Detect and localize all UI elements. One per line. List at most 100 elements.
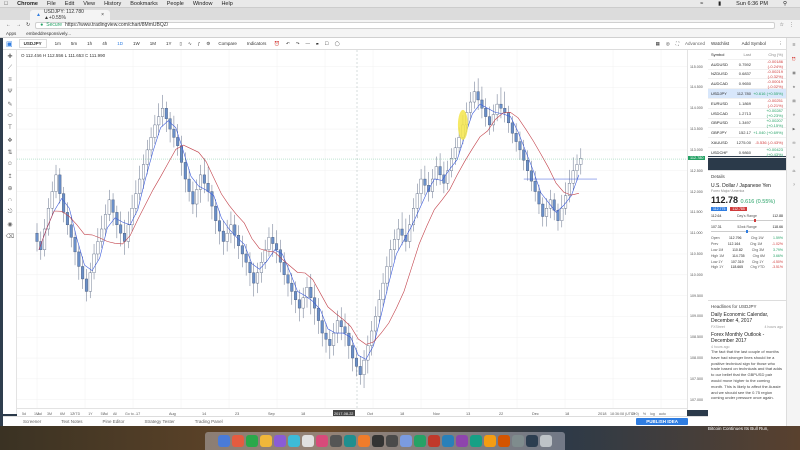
tv-logo-icon[interactable]: ▣ <box>6 40 13 48</box>
watchlist-row-audcad[interactable]: AUDCAD 0.9650 -0.00019 (-0.02%) <box>708 79 786 90</box>
range-button[interactable]: 5d <box>22 412 26 416</box>
dock-app-icon[interactable] <box>316 435 328 447</box>
headline-1-title[interactable]: Daily Economic Calendar, December 4, 201… <box>711 312 783 324</box>
ideas-icon[interactable]: ☀ <box>787 108 800 122</box>
dock-app-icon[interactable] <box>414 435 426 447</box>
watchlist-row-gbpusd[interactable]: GBPUSD 1.3497 +0.00207 (+0.15%) <box>708 118 786 129</box>
data-window-icon[interactable]: ▦ <box>787 66 800 80</box>
crosshair-icon[interactable]: ✚ <box>3 50 17 62</box>
range-button[interactable]: 1Y <box>88 412 92 416</box>
advanced-label[interactable]: Advanced <box>685 41 705 46</box>
chart-pane[interactable]: O 112.456 H 112.556 L 111.653 C 111.990 <box>17 50 687 410</box>
text-icon[interactable]: T <box>3 122 17 134</box>
range-button[interactable]: Go to... <box>125 412 137 416</box>
publish-idea-button[interactable]: PUBLISH IDEA <box>636 418 688 425</box>
headline-3-title[interactable]: Bitcoin Continues Its Bull Run, <box>708 426 786 434</box>
help-icon[interactable]: ? <box>787 178 800 192</box>
close-icon[interactable]: × <box>101 12 104 18</box>
prediction-icon[interactable]: ⇅ <box>3 146 17 158</box>
url-field[interactable]: ● Secure https://www.tradingview.com/cha… <box>35 21 775 29</box>
back-icon[interactable]: ← <box>6 22 11 28</box>
symbol-search[interactable]: USDJPY <box>18 39 47 48</box>
reload-icon[interactable]: ↻ <box>26 22 30 28</box>
range-button[interactable]: All <box>113 412 117 416</box>
dock-app-icon[interactable] <box>330 435 342 447</box>
watchlist-row-usdchf[interactable]: USDCHF 0.9860 +0.00423 (+0.43%) <box>708 147 786 158</box>
ellipse-icon[interactable]: ⬭ <box>3 110 17 122</box>
dock-app-icon[interactable] <box>428 435 440 447</box>
interval-1y[interactable]: 1Y <box>164 40 174 47</box>
undo-icon[interactable]: ↶ <box>286 41 290 47</box>
zoom-icon[interactable]: ⊕ <box>3 182 17 194</box>
dock-app-icon[interactable] <box>288 435 300 447</box>
dock-app-icon[interactable] <box>372 435 384 447</box>
eye-icon[interactable]: ◉ <box>3 218 17 230</box>
fullscreen-icon[interactable]: ⛶ <box>676 41 679 46</box>
pattern-icon[interactable]: ❖ <box>3 134 17 146</box>
camera-icon[interactable]: ◎ <box>666 41 670 47</box>
menu-item-people[interactable]: People <box>167 1 184 7</box>
menu-icon[interactable]: ⋮ <box>789 22 794 28</box>
clock[interactable]: Sun 6:36 PM <box>736 1 768 7</box>
ruler-icon[interactable]: ↥ <box>3 170 17 182</box>
tab-pine-editor[interactable]: Pine Editor <box>103 419 125 424</box>
apple-icon[interactable]:  <box>4 1 8 7</box>
dock-app-icon[interactable] <box>232 435 244 447</box>
alerts-icon[interactable]: ⏰ <box>787 52 800 66</box>
col-last[interactable]: Last <box>733 52 751 57</box>
scale-option[interactable]: auto <box>659 412 666 416</box>
menu-item-chrome[interactable]: Chrome <box>17 1 38 7</box>
dock-app-icon[interactable] <box>498 435 510 447</box>
bookmark-apps[interactable]: Apps <box>6 31 16 36</box>
interval-5m[interactable]: 5m <box>69 40 79 47</box>
interval-4h[interactable]: 4h <box>100 40 109 47</box>
dock-app-icon[interactable] <box>344 435 356 447</box>
menu-item-help[interactable]: Help <box>221 1 232 7</box>
more-icon[interactable]: ⋮ <box>778 41 783 47</box>
hotlists-icon[interactable]: ★ <box>787 80 800 94</box>
scale-option[interactable]: log <box>650 412 655 416</box>
bookmark-embed[interactable]: embeddresponsively... <box>26 31 71 36</box>
horizontal-line-icon[interactable]: ≡ <box>3 74 17 86</box>
price-chart[interactable] <box>17 50 687 408</box>
dock-app-icon[interactable] <box>456 435 468 447</box>
menu-item-view[interactable]: View <box>83 1 95 7</box>
dock-app-icon[interactable] <box>386 435 398 447</box>
pitchfork-icon[interactable]: Ψ <box>3 86 17 98</box>
dock-app-icon[interactable] <box>400 435 412 447</box>
settings-icon[interactable]: ⚙ <box>206 41 210 47</box>
price-axis[interactable]: 115.000 114.500 114.000 113.500 113.000 112.5… <box>687 50 708 410</box>
range-button[interactable]: 3M <box>47 412 52 416</box>
lock-drawings-icon[interactable]: ⎋ <box>3 206 17 218</box>
menu-item-window[interactable]: Window <box>193 1 213 7</box>
drawing-tool-3[interactable]: ☐ <box>325 41 329 47</box>
interval-1w[interactable]: 1W <box>131 40 142 47</box>
dock-app-icon[interactable] <box>302 435 314 447</box>
utc-clock[interactable]: 18:36:08 (UTC+0) <box>610 412 639 416</box>
menu-item-file[interactable]: File <box>47 1 56 7</box>
headline-2-title[interactable]: Forex Monthly Outlook - December 2017 <box>711 332 783 344</box>
drawing-tool-4[interactable]: ◯ <box>335 41 340 47</box>
tab-trading-panel[interactable]: Trading Panel <box>195 419 223 424</box>
menu-item-bookmarks[interactable]: Bookmarks <box>130 1 158 7</box>
search-icon[interactable]: ⚲ <box>783 1 787 7</box>
drawing-tool-1[interactable]: — <box>306 41 311 46</box>
compare-button[interactable]: Compare <box>216 40 239 47</box>
interval-1h[interactable]: 1h <box>85 40 94 47</box>
magnet-icon[interactable]: ∩ <box>3 194 17 206</box>
dock-app-icon[interactable] <box>218 435 230 447</box>
chats-icon[interactable]: ✉ <box>787 136 800 150</box>
watchlist-row-gbpjpy[interactable]: GBPJPY 152.17 +1.040 (+0.69%) <box>708 128 786 139</box>
calendar-icon[interactable]: ▤ <box>787 94 800 108</box>
scale-option[interactable]: % <box>643 412 646 416</box>
battery-icon[interactable]: ▮ <box>718 1 721 7</box>
dock-app-icon[interactable] <box>484 435 496 447</box>
tab-screener[interactable]: Screener <box>23 419 41 424</box>
layout-icon[interactable]: ▦ <box>656 41 660 47</box>
dock-app-icon[interactable] <box>442 435 454 447</box>
dock-app-icon[interactable] <box>540 435 552 447</box>
dock-app-icon[interactable] <box>274 435 286 447</box>
streams-icon[interactable]: ▶ <box>787 122 800 136</box>
order-panel-icon[interactable]: ⚖ <box>787 164 800 178</box>
indicators-button[interactable]: Indicators <box>245 40 269 47</box>
